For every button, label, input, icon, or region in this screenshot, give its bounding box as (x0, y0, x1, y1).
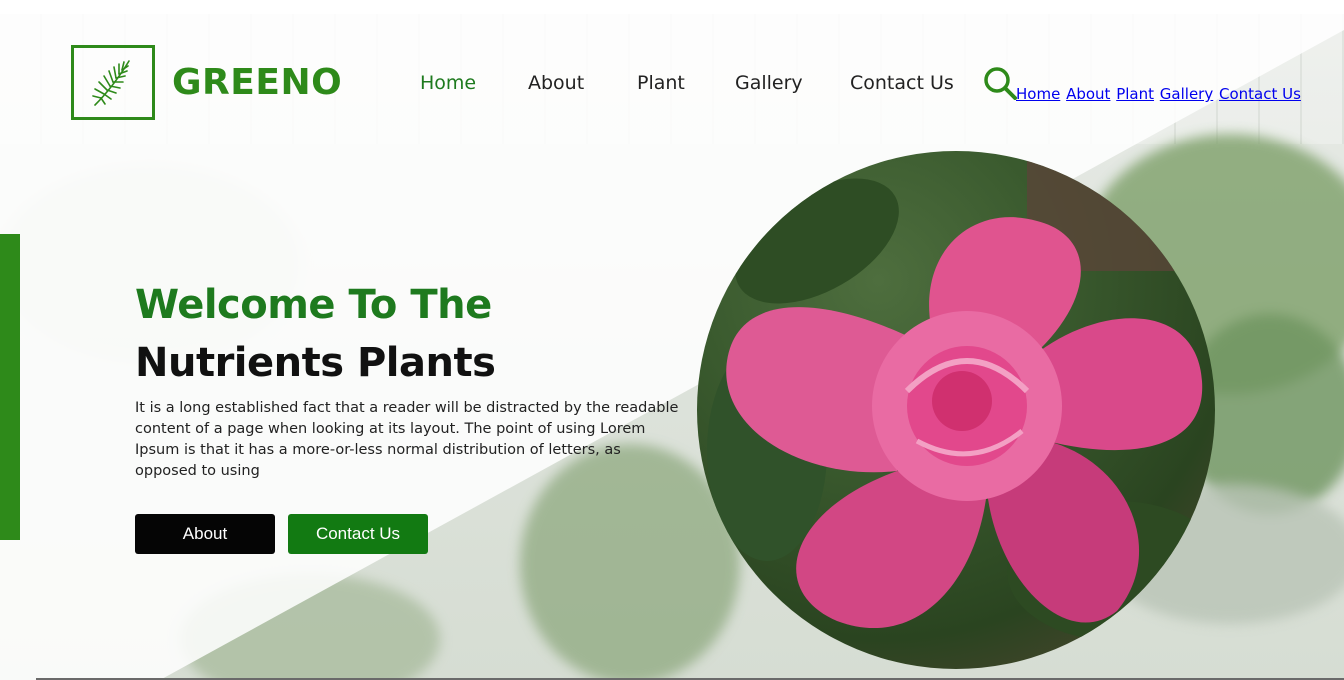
hero-title-green: Welcome To The (135, 282, 492, 328)
top-strip (0, 0, 1344, 14)
brand-name[interactable]: GREENO (172, 62, 342, 103)
unstyled-links: Home About Plant Gallery Contact Us (1016, 85, 1302, 103)
left-accent-bar (0, 234, 20, 540)
link-contact-us[interactable]: Contact Us (1219, 85, 1301, 103)
link-home[interactable]: Home (1016, 85, 1060, 103)
hero-title-dark: Nutrients Plants (135, 340, 496, 386)
hero-description: It is a long established fact that a rea… (135, 400, 679, 479)
palm-leaf-icon (92, 59, 130, 106)
hero-title: Welcome To The Nutrients Plants (135, 276, 695, 392)
nav-home[interactable]: Home (420, 72, 476, 94)
about-button[interactable]: About (135, 514, 275, 554)
link-gallery[interactable]: Gallery (1160, 85, 1213, 103)
nav-plant[interactable]: Plant (637, 72, 685, 94)
contact-us-button[interactable]: Contact Us (288, 514, 428, 554)
logo[interactable] (71, 45, 155, 120)
nav-gallery[interactable]: Gallery (735, 72, 803, 94)
nav-contact-us[interactable]: Contact Us (850, 72, 954, 94)
link-plant[interactable]: Plant (1116, 85, 1154, 103)
link-about[interactable]: About (1066, 85, 1110, 103)
nav-about[interactable]: About (528, 72, 584, 94)
search-icon[interactable] (983, 66, 1017, 100)
flower-image (697, 151, 1215, 669)
